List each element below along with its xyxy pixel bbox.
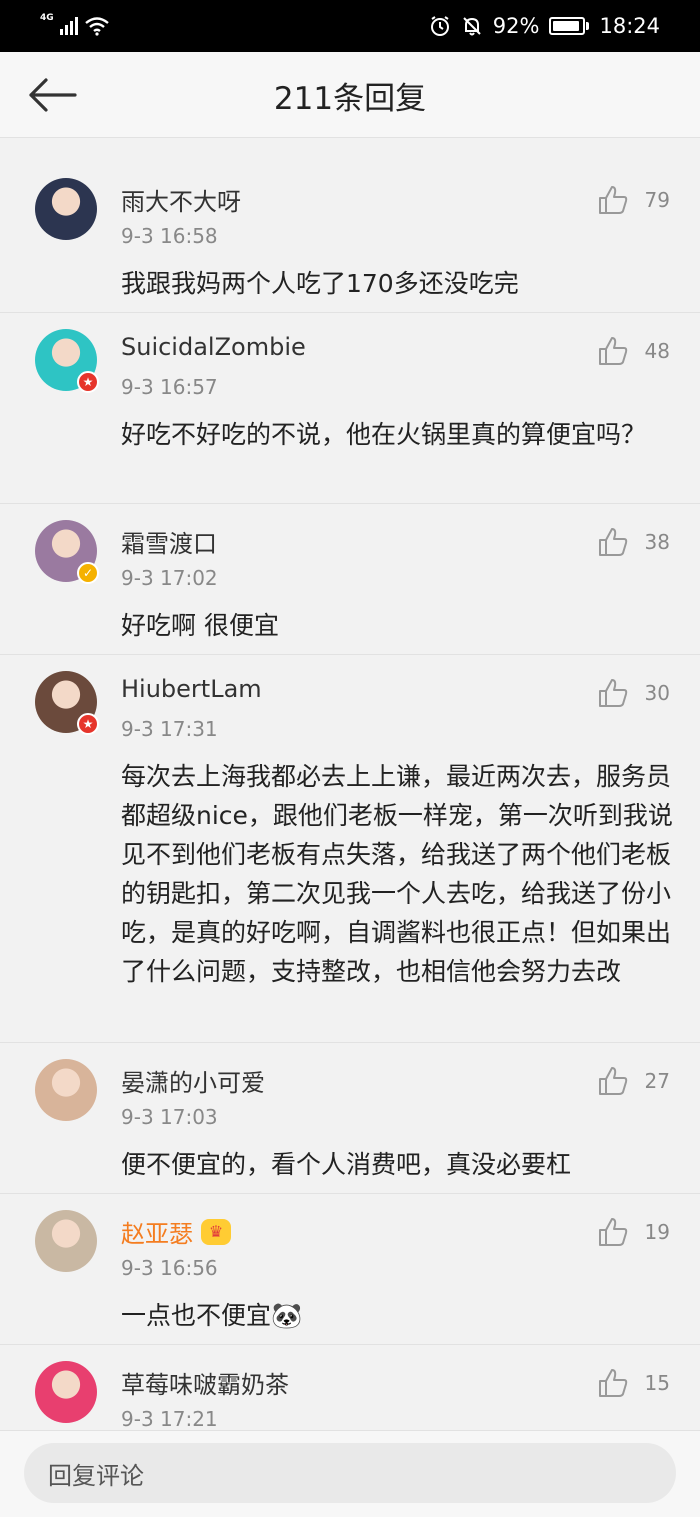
like-count: 79 [644, 188, 670, 212]
alarm-icon [430, 16, 449, 36]
comment-username[interactable]: 晏潇的小可爱 [121, 1063, 265, 1098]
avatar-image [35, 1361, 97, 1423]
comment-item[interactable]: ★ SuicidalZombie 9-3 16:57 好吃不好吃的不说，他在火锅里真的… [0, 313, 700, 504]
cut-off-comment-text [121, 138, 129, 148]
comment-content: 一点也不便宜🐼 [121, 1301, 303, 1330]
mute-bell-icon [463, 17, 481, 36]
like-button[interactable]: 27 [598, 1063, 670, 1099]
comment-item[interactable]: ✓ 霜雪渡口 9-3 17:02 好吃啊 很便宜 38 [0, 504, 700, 655]
comment-username-text: HiubertLam [121, 675, 262, 703]
battery-percent: 92% [492, 14, 540, 38]
star-badge-icon: ★ [77, 713, 99, 735]
battery-icon [549, 17, 590, 35]
like-count: 38 [644, 530, 670, 554]
comment-time: 9-3 16:58 [121, 224, 218, 248]
comment-content: 好吃啊 很便宜 [121, 611, 279, 640]
thumbs-up-icon [599, 1067, 628, 1095]
comment-username-text: SuicidalZombie [121, 333, 306, 361]
comment-item[interactable]: 草莓味啵霸奶茶 9-3 17:21 15 [0, 1345, 700, 1430]
avatar[interactable]: ✓ [35, 520, 99, 584]
avatar[interactable] [35, 1059, 97, 1121]
status-bar: 4G 92% 18:24 [0, 0, 700, 52]
comment-username-text: 晏潇的小可爱 [121, 1069, 265, 1097]
like-count: 19 [644, 1220, 670, 1244]
avatar[interactable] [35, 1210, 97, 1272]
thumbs-up-icon [599, 186, 628, 214]
comment-username[interactable]: HiubertLam [121, 675, 262, 703]
signal-icon [59, 17, 78, 35]
thumbs-up-icon [599, 528, 628, 556]
avatar[interactable]: ★ [35, 671, 99, 735]
verified-badge-icon: ✓ [77, 562, 99, 584]
avatar-image [35, 178, 97, 240]
app-header: 211条回复 [0, 52, 700, 138]
avatar[interactable] [35, 178, 97, 240]
like-count: 30 [644, 681, 670, 705]
comment-username[interactable]: 雨大不大呀 [121, 182, 241, 217]
page-title: 211条回复 [273, 80, 427, 117]
comment-time: 9-3 17:02 [121, 566, 218, 590]
like-count: 27 [644, 1069, 670, 1093]
comment-time: 9-3 16:56 [121, 1256, 218, 1280]
avatar-image [35, 1210, 97, 1272]
comment-username[interactable]: 霜雪渡口 [121, 524, 217, 559]
comment-username[interactable]: SuicidalZombie [121, 333, 306, 361]
like-button[interactable]: 38 [598, 524, 670, 560]
avatar[interactable]: ★ [35, 329, 99, 393]
thumbs-up-icon [599, 679, 628, 707]
back-button[interactable] [22, 72, 82, 118]
comment-time: 9-3 16:57 [121, 375, 218, 399]
comment-time: 9-3 17:21 [121, 1407, 218, 1430]
like-button[interactable]: 48 [598, 333, 670, 369]
comment-item[interactable]: 雨大不大呀 9-3 16:58 我跟我妈两个人吃了170多还没吃完 79 [0, 162, 700, 313]
vip-crown-icon: ♛ [201, 1218, 231, 1245]
thumbs-up-icon [599, 1218, 628, 1246]
avatar-image [35, 1059, 97, 1121]
comment-time: 9-3 17:03 [121, 1105, 218, 1129]
status-right: 92% 18:24 [429, 10, 660, 42]
comment-list[interactable]: 雨大不大呀 9-3 16:58 我跟我妈两个人吃了170多还没吃完 79 ★ Suicid… [0, 138, 700, 1430]
like-button[interactable]: 19 [598, 1214, 670, 1250]
comment-content: 每次去上海我都必去上上谦，最近两次去，服务员都超级nice，跟他们老板一样宠，第… [121, 762, 673, 986]
like-count: 48 [644, 339, 670, 363]
star-badge-icon: ★ [77, 371, 99, 393]
comment-time: 9-3 17:31 [121, 717, 218, 741]
like-button[interactable]: 30 [598, 675, 670, 711]
like-count: 15 [644, 1371, 670, 1395]
wifi-icon [84, 17, 109, 36]
comment-username[interactable]: 草莓味啵霸奶茶 [121, 1365, 289, 1400]
network-label: 4G [40, 13, 54, 23]
clock-time: 18:24 [599, 14, 660, 38]
avatar[interactable] [35, 1361, 97, 1423]
status-left: 4G [40, 10, 110, 42]
reply-bar: 回复评论 [0, 1430, 700, 1517]
comment-content: 好吃不好吃的不说，他在火锅里真的算便宜吗？ [121, 420, 647, 449]
reply-input[interactable]: 回复评论 [24, 1443, 676, 1503]
comment-content: 便不便宜的，看个人消费吧，真没必要杠 [121, 1150, 572, 1179]
comment-item[interactable]: 赵亚瑟 ♛ 9-3 16:56 一点也不便宜🐼 19 [0, 1194, 700, 1345]
comment-username-text: 赵亚瑟 [121, 1220, 193, 1248]
thumbs-up-icon [599, 1369, 628, 1397]
thumbs-up-icon [599, 337, 628, 365]
like-button[interactable]: 15 [598, 1365, 670, 1401]
comment-item[interactable]: ★ HiubertLam 9-3 17:31 每次去上海我都必去上上谦，最近两次去，服… [0, 655, 700, 1043]
comment-username-text: 雨大不大呀 [121, 188, 241, 216]
comment-username-text: 草莓味啵霸奶茶 [121, 1371, 289, 1399]
comment-content: 我跟我妈两个人吃了170多还没吃完 [121, 269, 519, 298]
comment-username[interactable]: 赵亚瑟 ♛ [121, 1214, 231, 1249]
back-arrow-icon [29, 78, 77, 112]
like-button[interactable]: 79 [598, 182, 670, 218]
comment-item[interactable]: 晏潇的小可爱 9-3 17:03 便不便宜的，看个人消费吧，真没必要杠 27 [0, 1043, 700, 1194]
comment-username-text: 霜雪渡口 [121, 530, 217, 558]
